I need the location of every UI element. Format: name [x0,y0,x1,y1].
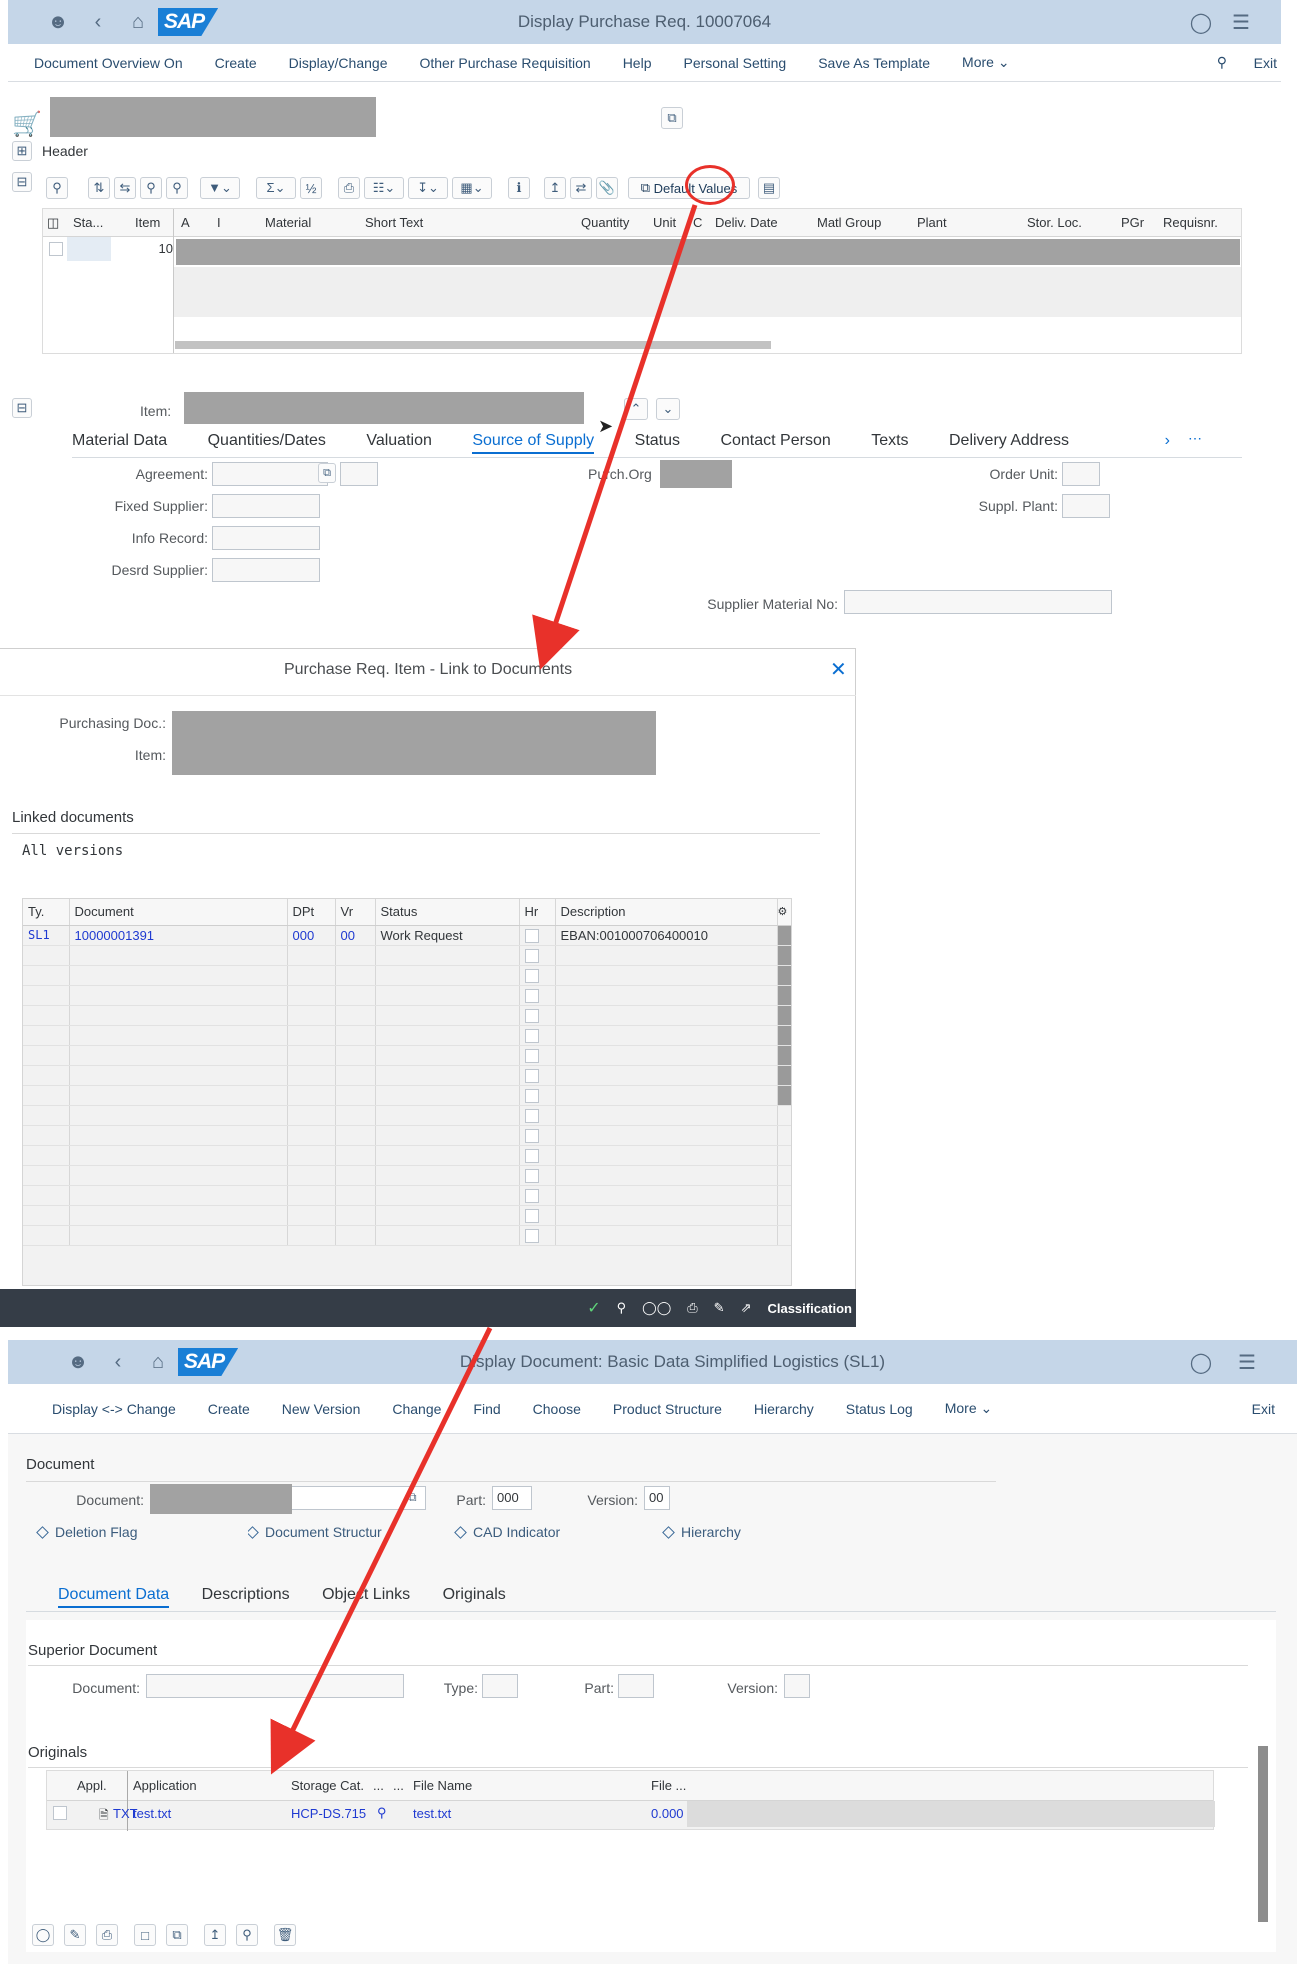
annotation-arrows [270,204,698,1775]
mouse-cursor: ➤ [598,416,614,436]
arrow-to-originals [270,1326,493,1775]
arrow-to-dialog [532,204,698,670]
